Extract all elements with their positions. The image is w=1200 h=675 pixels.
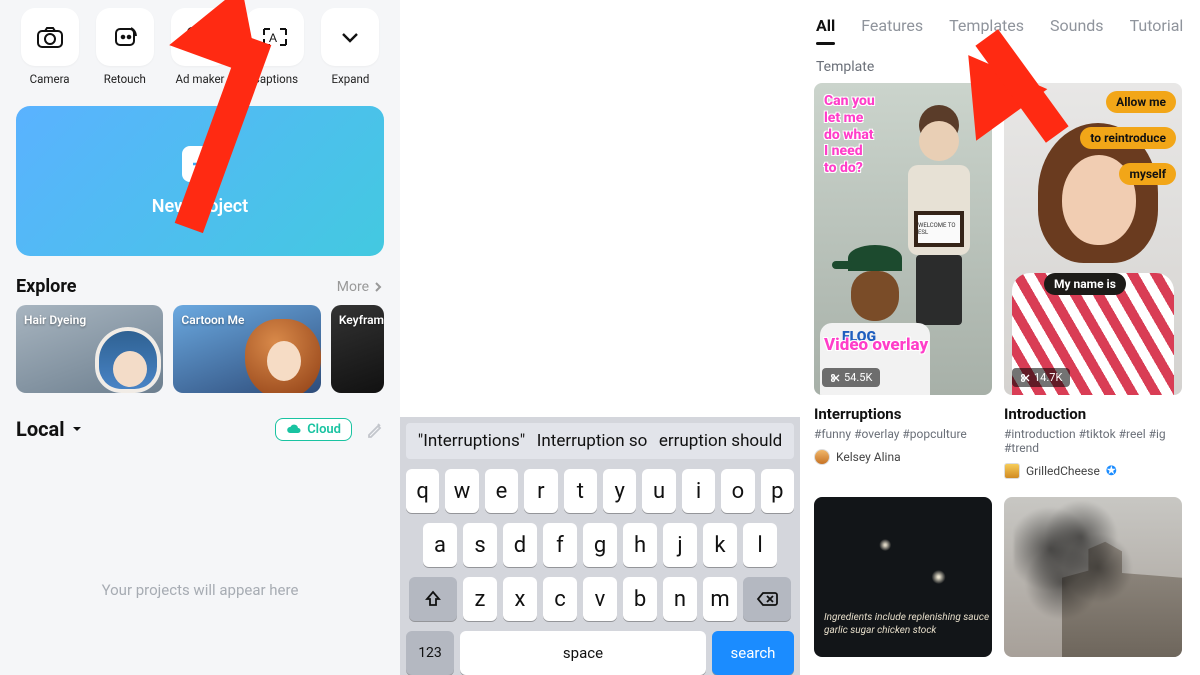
key-s[interactable]: s <box>463 523 497 567</box>
key-g[interactable]: g <box>583 523 617 567</box>
explore-card-hair[interactable]: Hair Dyeing <box>16 305 163 393</box>
key-c[interactable]: c <box>543 577 577 621</box>
avatar <box>814 449 830 465</box>
backspace-icon <box>756 591 778 607</box>
key-w[interactable]: w <box>445 469 478 513</box>
key-e[interactable]: e <box>485 469 518 513</box>
uses-badge: 54.5K <box>822 368 880 387</box>
cloud-icon <box>286 423 302 435</box>
key-row-2: a s d f g h j k l <box>406 523 794 567</box>
key-123[interactable]: 123 <box>406 631 454 675</box>
scissors-icon <box>830 373 840 383</box>
suggestion-0[interactable]: "Interruptions" <box>418 431 525 451</box>
local-heading[interactable]: Local <box>16 417 83 441</box>
tab-tutorial[interactable]: Tutorial <box>1130 16 1184 35</box>
template-tags: #funny #overlay #popculture <box>814 427 992 441</box>
key-j[interactable]: j <box>663 523 697 567</box>
tab-sounds[interactable]: Sounds <box>1050 16 1104 35</box>
key-h[interactable]: h <box>623 523 657 567</box>
shift-icon <box>424 590 442 608</box>
tab-all[interactable]: All <box>816 16 835 35</box>
template-card-dispersion[interactable] <box>1004 497 1182 657</box>
key-p[interactable]: p <box>761 469 794 513</box>
explore-more[interactable]: More <box>337 279 384 295</box>
template-title: Introduction <box>1004 405 1182 423</box>
dropdown-small-icon <box>71 424 83 434</box>
explore-card-keyframe[interactable]: Keyframe <box>331 305 384 393</box>
key-u[interactable]: u <box>642 469 675 513</box>
template-title: Interruptions <box>814 405 992 423</box>
explore-card-cartoon[interactable]: Cartoon Me <box>173 305 320 393</box>
keyboard: "Interruptions" Interruption so erruptio… <box>400 417 800 675</box>
key-i[interactable]: i <box>682 469 715 513</box>
key-v[interactable]: v <box>583 577 617 621</box>
explore-heading: Explore <box>16 276 76 297</box>
key-o[interactable]: o <box>721 469 754 513</box>
center-panel: "Interruptions" Interruption so erruptio… <box>400 0 800 675</box>
home-panel: Camera Retouch Ad Ad maker A Captions Ex… <box>0 0 400 675</box>
local-empty-text: Your projects will appear here <box>16 581 384 599</box>
scissors-icon <box>1020 373 1030 383</box>
tool-expand[interactable]: Expand <box>317 8 384 86</box>
key-l[interactable]: l <box>743 523 777 567</box>
tab-templates[interactable]: Templates <box>949 16 1024 35</box>
template-author[interactable]: Kelsey Alina <box>814 449 992 465</box>
key-t[interactable]: t <box>564 469 597 513</box>
template-grid: Can you let me do what I need to do? WEL… <box>814 83 1200 479</box>
key-a[interactable]: a <box>423 523 457 567</box>
template-author[interactable]: GrilledCheese✪ <box>1004 463 1182 479</box>
key-shift[interactable] <box>409 577 457 621</box>
suggestion-1[interactable]: Interruption so <box>537 431 648 451</box>
retouch-icon <box>111 24 139 50</box>
key-q[interactable]: q <box>406 469 439 513</box>
chevron-right-icon <box>372 281 384 293</box>
key-row-bottom: 123 space search <box>406 631 794 675</box>
tab-features[interactable]: Features <box>861 16 923 35</box>
camera-icon <box>36 25 64 49</box>
template-thumb: Can you let me do what I need to do? WEL… <box>814 83 992 395</box>
key-k[interactable]: k <box>703 523 737 567</box>
key-f[interactable]: f <box>543 523 577 567</box>
key-b[interactable]: b <box>623 577 657 621</box>
template-grid-row2: Ingredients include replenishing sauce g… <box>814 497 1200 657</box>
key-x[interactable]: x <box>503 577 537 621</box>
key-row-1: q w e r t y u i o p <box>406 469 794 513</box>
edit-icon[interactable] <box>366 420 384 438</box>
key-search[interactable]: search <box>712 631 794 675</box>
cloud-button[interactable]: Cloud <box>275 418 352 441</box>
avatar <box>1004 463 1020 479</box>
explore-cards: Hair Dyeing Cartoon Me Keyframe <box>16 305 384 393</box>
verified-icon: ✪ <box>1106 464 1117 479</box>
key-backspace[interactable] <box>743 577 791 621</box>
key-y[interactable]: y <box>603 469 636 513</box>
suggestions: "Interruptions" Interruption so erruptio… <box>406 423 794 459</box>
chevron-down-icon <box>339 26 361 48</box>
key-m[interactable]: m <box>703 577 737 621</box>
template-card-interruptions[interactable]: Can you let me do what I need to do? WEL… <box>814 83 992 479</box>
key-z[interactable]: z <box>463 577 497 621</box>
key-row-3: z x c v b n m <box>406 577 794 621</box>
tool-camera[interactable]: Camera <box>16 8 83 86</box>
template-card-recipe[interactable]: Ingredients include replenishing sauce g… <box>814 497 992 657</box>
template-thumb: Allow me to reintroduce myself My name i… <box>1004 83 1182 395</box>
tool-retouch[interactable]: Retouch <box>91 8 158 86</box>
template-tags: #introduction #tiktok #reel #ig #trend <box>1004 427 1182 455</box>
key-r[interactable]: r <box>524 469 557 513</box>
suggestion-2[interactable]: erruption should <box>659 431 782 451</box>
key-d[interactable]: d <box>503 523 537 567</box>
uses-badge: 14.7K <box>1012 368 1070 387</box>
key-space[interactable]: space <box>460 631 706 675</box>
template-card-introduction[interactable]: Allow me to reintroduce myself My name i… <box>1004 83 1182 479</box>
key-n[interactable]: n <box>663 577 697 621</box>
